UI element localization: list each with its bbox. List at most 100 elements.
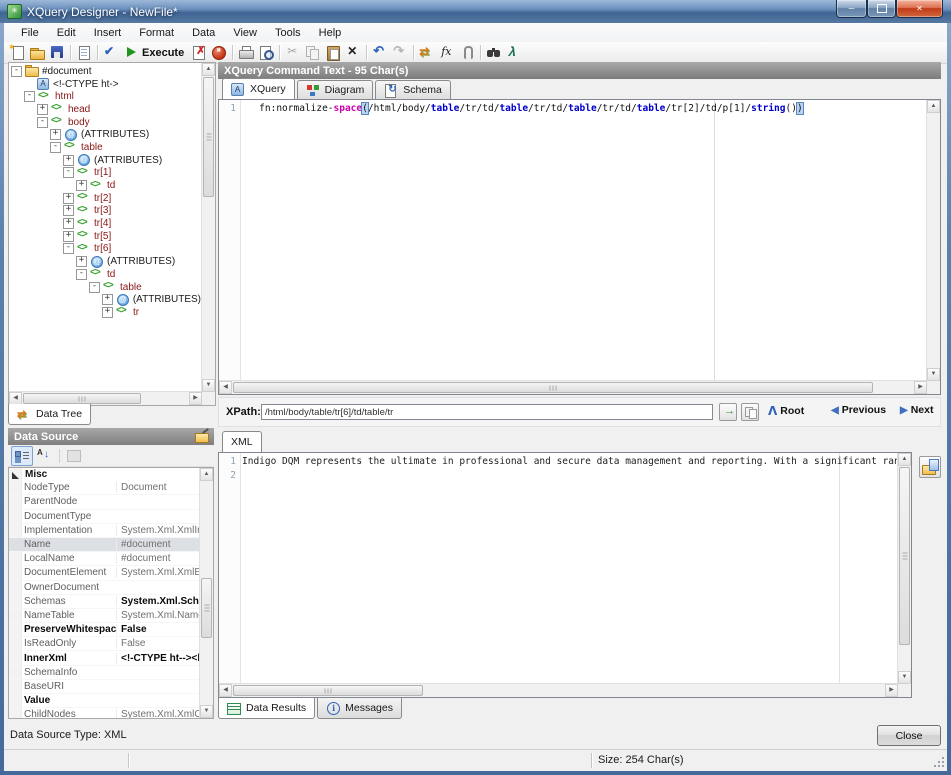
scrollbar-thumb[interactable] [23,393,141,404]
expand-icon[interactable]: + [63,155,74,166]
xpath-input[interactable] [261,404,713,420]
menu-file[interactable]: File [12,25,48,41]
tree-node-html[interactable]: -html [11,90,201,103]
export-results-button[interactable] [919,456,941,478]
xml-result-editor[interactable]: 12 Indigo DQM represents the ultimate in… [218,452,912,698]
scroll-down-icon[interactable]: ▼ [202,379,215,392]
undo-button[interactable] [370,44,390,61]
scroll-up-icon[interactable]: ▲ [202,63,215,76]
menu-insert[interactable]: Insert [85,25,131,41]
result-vertical-scrollbar[interactable]: ▲ ▼ [897,453,911,684]
copy-button[interactable] [303,44,323,61]
collapse-icon[interactable]: - [63,243,74,254]
property-row-documenttype[interactable]: DocumentType [9,510,200,524]
property-row-documentelement[interactable]: DocumentElementSystem.Xml.XmlElement [9,566,200,580]
property-row-innerxml[interactable]: InnerXml<!-CTYPE ht--><html [9,651,200,665]
tree-node-td[interactable]: -td [11,268,201,281]
view-source-button[interactable] [74,44,94,61]
scroll-down-icon[interactable]: ▼ [200,705,213,718]
scrollbar-thumb[interactable] [233,685,423,696]
tree-node-attributes[interactable]: +(ATTRIBUTES) [11,128,201,141]
scrollbar-thumb[interactable] [233,382,873,393]
expand-icon[interactable]: + [37,104,48,115]
root-button[interactable]: Λ Root [768,404,804,418]
next-button[interactable]: ▶ Next [900,404,933,416]
tree-node-tr-3[interactable]: +tr[3] [11,205,201,218]
save-button[interactable] [47,44,67,61]
menu-format[interactable]: Format [130,25,183,41]
tab-messages[interactable]: Messages [317,698,402,719]
property-row-schemas[interactable]: SchemasSystem.Xml.Schema. [9,595,200,609]
xml-result-text[interactable]: Indigo DQM represents the ultimate in pr… [242,453,898,684]
scroll-up-icon[interactable]: ▲ [927,100,940,113]
print-preview-button[interactable] [256,44,276,61]
collapse-icon[interactable]: - [11,66,22,77]
delete-button[interactable] [343,44,363,61]
new-file-button[interactable] [7,44,27,61]
close-window-button[interactable]: ✕ [896,0,943,18]
tab-schema[interactable]: Schema [375,80,451,99]
stop-button[interactable] [209,44,229,61]
open-file-button[interactable] [27,44,47,61]
redo-button[interactable] [390,44,410,61]
expand-icon[interactable]: + [63,193,74,204]
expand-icon[interactable]: + [63,231,74,242]
categorized-view-icon[interactable] [11,446,33,466]
property-row-nametable[interactable]: NameTableSystem.Xml.NameTable [9,609,200,623]
expand-icon[interactable]: + [63,218,74,229]
tree-node-attributes[interactable]: +(ATTRIBUTES) [11,293,201,306]
scroll-up-icon[interactable]: ▲ [898,453,911,466]
collapse-icon[interactable]: - [76,269,87,280]
tree-node-attributes[interactable]: +(ATTRIBUTES) [11,255,201,268]
tree-node-tr-6[interactable]: -tr[6] [11,243,201,256]
menu-view[interactable]: View [224,25,266,41]
scroll-down-icon[interactable]: ▼ [927,368,940,381]
xpath-copy-button[interactable] [741,403,759,421]
minimize-button[interactable]: ─ [836,0,867,18]
editor-vertical-scrollbar[interactable]: ▲ ▼ [926,100,940,381]
collapse-icon[interactable]: - [24,91,35,102]
menu-data[interactable]: Data [183,25,224,41]
tree-node-table[interactable]: -table [11,281,201,294]
tree-node-td[interactable]: +td [11,179,201,192]
expand-icon[interactable]: + [102,307,113,318]
scrollbar-thumb[interactable] [201,578,212,638]
tab-data-tree[interactable]: Data Tree [8,404,91,425]
menu-help[interactable]: Help [310,25,351,41]
property-row-childnodes[interactable]: ChildNodesSystem.Xml.XmlChildNod [9,708,200,719]
scroll-down-icon[interactable]: ▼ [898,671,911,684]
collapse-icon[interactable]: - [50,142,61,153]
expand-icon[interactable]: + [76,256,87,267]
clear-results-button[interactable] [189,44,209,61]
expand-icon[interactable]: + [50,129,61,140]
result-horizontal-scrollbar[interactable]: ◀ ▶ [219,683,898,697]
tree-node-tr-5[interactable]: +tr[5] [11,230,201,243]
tree-node-document[interactable]: -#document [11,65,201,78]
scroll-up-icon[interactable]: ▲ [200,468,213,481]
tree-vertical-scrollbar[interactable]: ▲ ▼ [201,63,215,392]
scroll-left-icon[interactable]: ◀ [219,684,232,697]
property-row-baseuri[interactable]: BaseURI [9,680,200,694]
property-category[interactable]: Misc [9,468,200,481]
tab-xquery[interactable]: XQuery [222,78,295,99]
menu-edit[interactable]: Edit [48,25,85,41]
collapse-icon[interactable]: - [37,117,48,128]
tree-node-tr-2[interactable]: +tr[2] [11,192,201,205]
print-button[interactable] [236,44,256,61]
menu-tools[interactable]: Tools [266,25,310,41]
tree-node-tr-4[interactable]: +tr[4] [11,217,201,230]
property-row-nodetype[interactable]: NodeTypeDocument [9,481,200,495]
expand-icon[interactable]: + [102,294,113,305]
tree-node-tr[interactable]: +tr [11,306,201,319]
tree-horizontal-scrollbar[interactable]: ◀ ▶ [9,391,202,405]
property-row-isreadonly[interactable]: IsReadOnlyFalse [9,637,200,651]
property-row-implementation[interactable]: ImplementationSystem.Xml.XmlImplemen [9,524,200,538]
maximize-button[interactable] [867,0,896,18]
find-button[interactable] [484,44,504,61]
scroll-right-icon[interactable]: ▶ [914,381,927,394]
property-row-value[interactable]: Value [9,694,200,708]
property-row-schemainfo[interactable]: SchemaInfo [9,666,200,680]
scrollbar-thumb[interactable] [899,467,910,645]
expand-icon[interactable]: + [76,180,87,191]
tab-diagram[interactable]: Diagram [297,80,374,99]
